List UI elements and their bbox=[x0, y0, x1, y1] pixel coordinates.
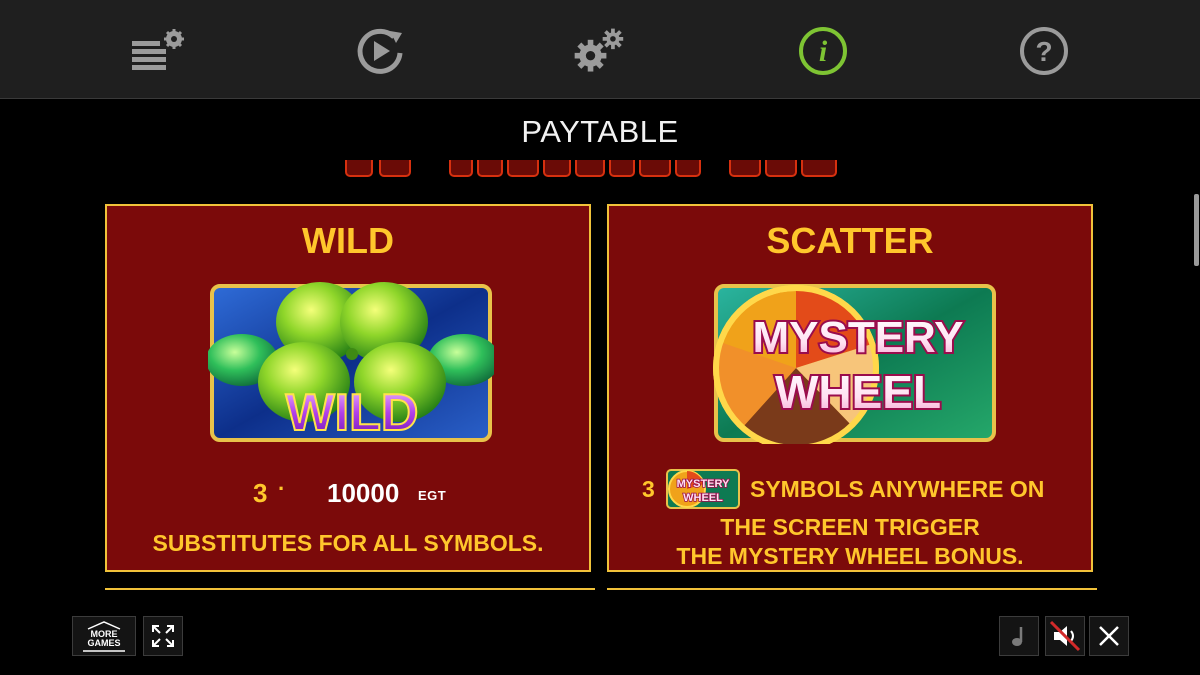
info-icon: i bbox=[799, 27, 847, 75]
wild-description: SUBSTITUTES FOR ALL SYMBOLS. bbox=[152, 530, 544, 556]
top-toolbar: i ? bbox=[0, 0, 1200, 99]
svg-text:?: ? bbox=[1035, 36, 1052, 67]
close-button[interactable] bbox=[1089, 616, 1129, 656]
autoplay-button[interactable] bbox=[352, 24, 408, 78]
paytable-settings-icon bbox=[132, 29, 184, 70]
scatter-panel: SCATTER MYSTERY WHEEL 3 MYSTERY WHEEL SY… bbox=[607, 204, 1093, 572]
next-panel-border-left bbox=[105, 588, 595, 590]
fullscreen-button[interactable] bbox=[143, 616, 183, 656]
scatter-desc-line3: THE MYSTERY WHEEL BONUS. bbox=[676, 543, 1024, 569]
scatter-desc-line2: THE SCREEN TRIGGER bbox=[720, 514, 980, 540]
scatter-count: 3 bbox=[642, 476, 655, 502]
pay-count: 3 bbox=[253, 478, 268, 508]
scatter-title: SCATTER bbox=[766, 220, 934, 261]
settings-button[interactable] bbox=[570, 24, 626, 78]
scatter-pay-row: 3 MYSTERY WHEEL SYMBOLS ANYWHERE ON bbox=[609, 468, 1091, 512]
wild-panel: WILD WILD 3 · 10000 EGT SUBSTITUTES FOR … bbox=[105, 204, 591, 572]
info-button[interactable]: i bbox=[795, 24, 851, 78]
wild-title: WILD bbox=[302, 220, 394, 261]
music-note-icon bbox=[1012, 627, 1023, 646]
next-panel-border-right bbox=[607, 588, 1097, 590]
svg-text:i: i bbox=[819, 35, 828, 68]
game-logo-partial bbox=[340, 160, 860, 190]
wild-pay-row: 3 · 10000 EGT bbox=[107, 476, 589, 510]
wild-symbol-image: WILD bbox=[208, 282, 494, 443]
mystery-wheel-mini-icon: MYSTERY WHEEL bbox=[666, 469, 740, 509]
pay-unit: EGT bbox=[418, 488, 447, 503]
more-games-button[interactable]: MORE GAMES bbox=[72, 616, 136, 656]
mini-text-line1: MYSTERY bbox=[677, 478, 730, 490]
wild-symbol-text: WILD bbox=[286, 384, 419, 442]
autoplay-icon bbox=[357, 28, 403, 74]
sound-toggle-button[interactable] bbox=[1045, 616, 1085, 656]
paytable-settings-button[interactable] bbox=[130, 24, 186, 78]
sound-muted-icon bbox=[1049, 620, 1081, 652]
scatter-desc-line1: SYMBOLS ANYWHERE ON bbox=[750, 476, 1045, 502]
fullscreen-icon bbox=[152, 625, 174, 647]
page-title: PAYTABLE bbox=[521, 114, 679, 149]
scrollbar-thumb[interactable] bbox=[1194, 194, 1199, 266]
house-base-icon bbox=[83, 650, 125, 652]
music-toggle-button[interactable] bbox=[999, 616, 1039, 656]
pay-value: 10000 bbox=[327, 478, 400, 508]
help-icon: ? bbox=[1020, 27, 1068, 75]
scatter-symbol-text-line1: MYSTERY bbox=[752, 313, 963, 362]
scatter-symbol-image: MYSTERY WHEEL bbox=[713, 284, 996, 444]
close-icon bbox=[1099, 626, 1119, 646]
mini-text-line2: WHEEL bbox=[683, 492, 723, 504]
scatter-symbol-text-line2: WHEEL bbox=[775, 366, 941, 418]
pay-separator: · bbox=[278, 476, 286, 501]
more-games-label-line2: GAMES bbox=[87, 638, 121, 648]
settings-icon bbox=[574, 28, 624, 72]
help-button[interactable]: ? bbox=[1016, 24, 1072, 78]
